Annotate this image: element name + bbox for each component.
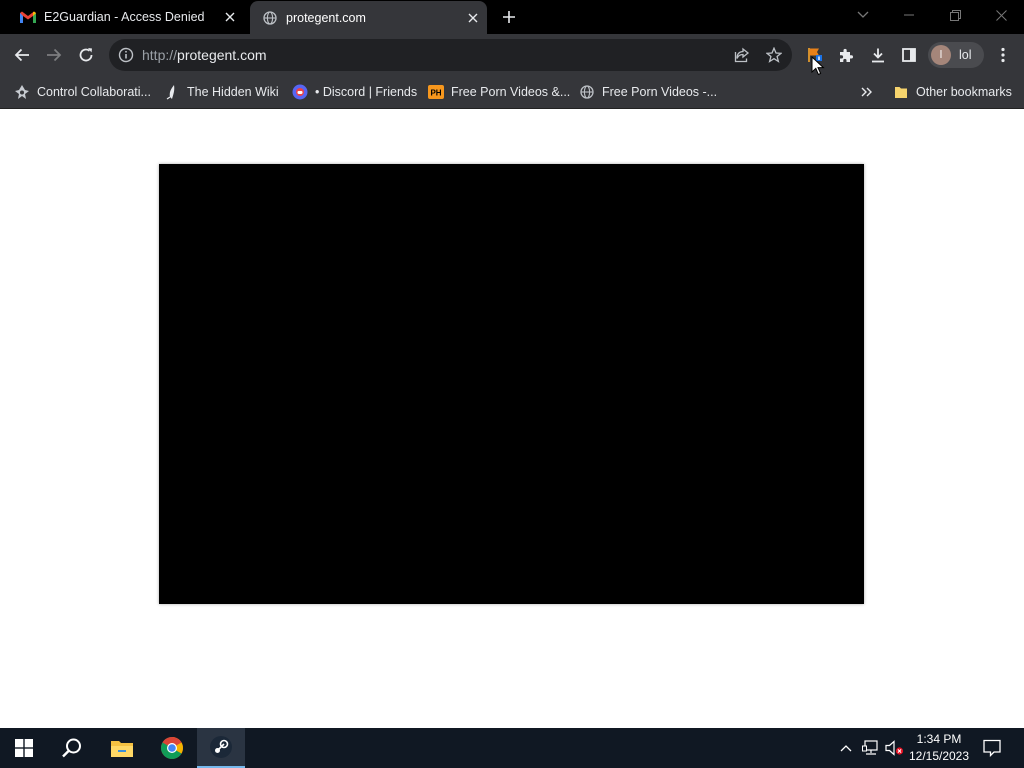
clock-date: 12/15/2023 [908,749,970,763]
mouse-cursor-icon [811,56,825,76]
tab-strip: E2Guardian - Access Denied protegent.com [0,0,1024,34]
folder-icon [111,741,133,757]
share-icon[interactable] [731,44,753,66]
ph-badge-text: PH [430,89,441,98]
url-text[interactable]: http://protegent.com [142,47,267,63]
bookmark-free-videos[interactable]: Free Porn Videos -... [579,81,717,103]
globe-icon [579,84,595,100]
discord-icon [292,84,308,100]
bookmark-label: Control Collaborati... [37,85,151,99]
chrome-taskbar-button[interactable] [148,728,196,768]
show-hidden-icons-chevron-icon[interactable] [836,738,856,758]
bookmark-hidden-wiki[interactable]: The Hidden Wiki [164,81,279,103]
address-bar[interactable]: http://protegent.com [109,39,792,71]
restore-button[interactable] [932,0,978,30]
menu-kebab-icon[interactable] [988,40,1018,70]
profile-button[interactable]: l lol [928,42,984,68]
back-button[interactable] [7,40,37,70]
ph-icon: PH [428,84,444,100]
close-window-button[interactable] [978,0,1024,30]
notifications-icon[interactable] [982,738,1002,758]
start-button[interactable] [0,728,48,768]
video-player[interactable] [159,164,864,604]
tab-e2guardian[interactable]: E2Guardian - Access Denied [8,0,244,34]
globe-icon [262,10,278,26]
volume-muted-icon[interactable] [885,738,905,758]
control-icon [14,84,30,100]
download-icon[interactable] [863,40,893,70]
steam-icon [210,736,232,758]
windows-taskbar: 1:34 PM 12/15/2023 [0,728,1024,768]
avatar: l [931,45,951,65]
close-tab-icon[interactable] [220,7,240,27]
reload-button[interactable] [71,40,101,70]
profile-name: lol [959,48,972,62]
browser-toolbar: http://protegent.com [0,34,1024,76]
bookmarks-bar: Control Collaborati... The Hidden Wiki •… [0,76,1024,109]
bookmark-star-icon[interactable] [763,44,785,66]
windows-logo-icon [15,739,33,757]
bookmark-discord[interactable]: • Discord | Friends [292,81,417,103]
file-explorer-button[interactable] [98,728,146,768]
page-content [0,109,1024,728]
other-bookmarks-folder[interactable]: Other bookmarks [893,81,1012,103]
minimize-button[interactable] [886,0,932,30]
clock-time: 1:34 PM [916,732,962,746]
tab-title: protegent.com [286,10,366,25]
extensions-puzzle-icon[interactable] [831,40,861,70]
url-scheme: http:// [142,47,178,63]
url-host: protegent.com [177,47,267,63]
site-info-icon[interactable] [117,46,135,64]
side-panel-icon[interactable] [894,40,924,70]
network-icon[interactable] [861,738,881,758]
steam-taskbar-button[interactable] [197,728,245,768]
bookmark-label: The Hidden Wiki [187,85,279,99]
bookmark-control-collaboration[interactable]: Control Collaborati... [14,81,151,103]
search-icon [62,738,81,758]
bookmark-ph-videos[interactable]: PH Free Porn Videos &... [428,81,570,103]
new-tab-button[interactable] [498,6,520,28]
folder-icon [893,84,909,100]
chrome-icon [161,737,183,759]
bookmark-label: Free Porn Videos &... [451,85,571,99]
gmail-icon [20,9,36,25]
tab-search-icon[interactable] [840,0,886,30]
close-tab-icon[interactable] [463,8,483,28]
wiki-icon [164,84,180,100]
tab-title: E2Guardian - Access Denied [44,10,205,24]
forward-button[interactable] [39,40,69,70]
bookmark-label: • Discord | Friends [315,85,418,99]
system-clock[interactable]: 1:34 PM 12/15/2023 [903,731,975,765]
search-button[interactable] [48,728,96,768]
more-bookmarks-chevron-icon[interactable] [861,81,873,103]
bookmark-label: Free Porn Videos -... [602,85,718,99]
bookmark-label: Other bookmarks [916,85,1012,99]
tab-protegent[interactable]: protegent.com [250,1,487,34]
